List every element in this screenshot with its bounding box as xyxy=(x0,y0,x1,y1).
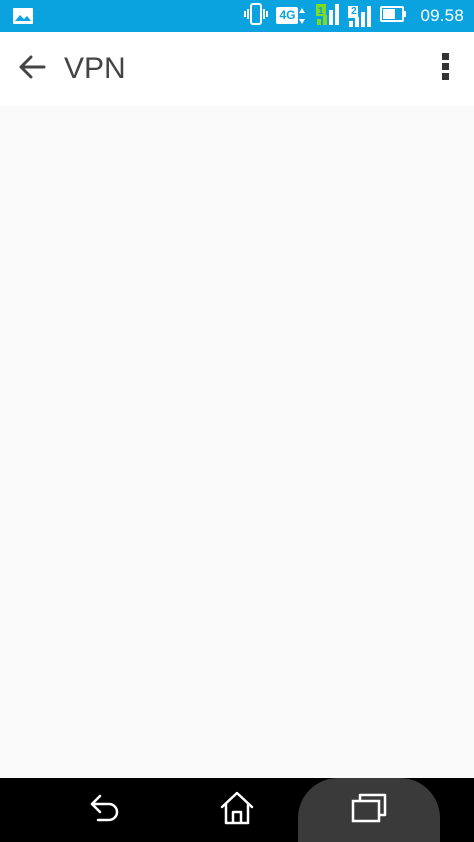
vpn-list-area xyxy=(0,106,474,778)
svg-text:1: 1 xyxy=(318,6,324,17)
navigation-bar xyxy=(0,778,474,842)
signal-sim1-icon: 1 xyxy=(316,2,340,30)
more-options-button[interactable] xyxy=(432,49,460,89)
nav-home-button[interactable] xyxy=(202,778,272,842)
page-title: VPN xyxy=(64,52,126,85)
nav-back-icon xyxy=(88,792,122,828)
nav-recents-icon xyxy=(351,793,387,827)
status-icons: 4G 1 2 09.58 xyxy=(244,0,464,32)
gallery-notification-icon xyxy=(12,7,34,25)
more-vertical-icon xyxy=(442,53,450,85)
arrow-left-icon xyxy=(18,55,46,83)
app-bar: VPN xyxy=(0,32,474,106)
sim2-label: 2 xyxy=(351,6,357,17)
back-button[interactable] xyxy=(12,49,52,89)
signal-sim2-icon: 2 xyxy=(348,4,372,28)
status-bar: 4G 1 2 09.58 xyxy=(0,0,474,32)
battery-icon xyxy=(380,5,408,27)
status-time: 09.58 xyxy=(420,6,464,25)
nav-back-button[interactable] xyxy=(70,778,140,842)
4g-data-icon: 4G xyxy=(276,5,308,27)
nav-home-icon xyxy=(220,791,254,829)
network-type-label: 4G xyxy=(279,8,296,22)
nav-recents-button[interactable] xyxy=(298,778,440,842)
vibrate-icon xyxy=(244,3,269,29)
